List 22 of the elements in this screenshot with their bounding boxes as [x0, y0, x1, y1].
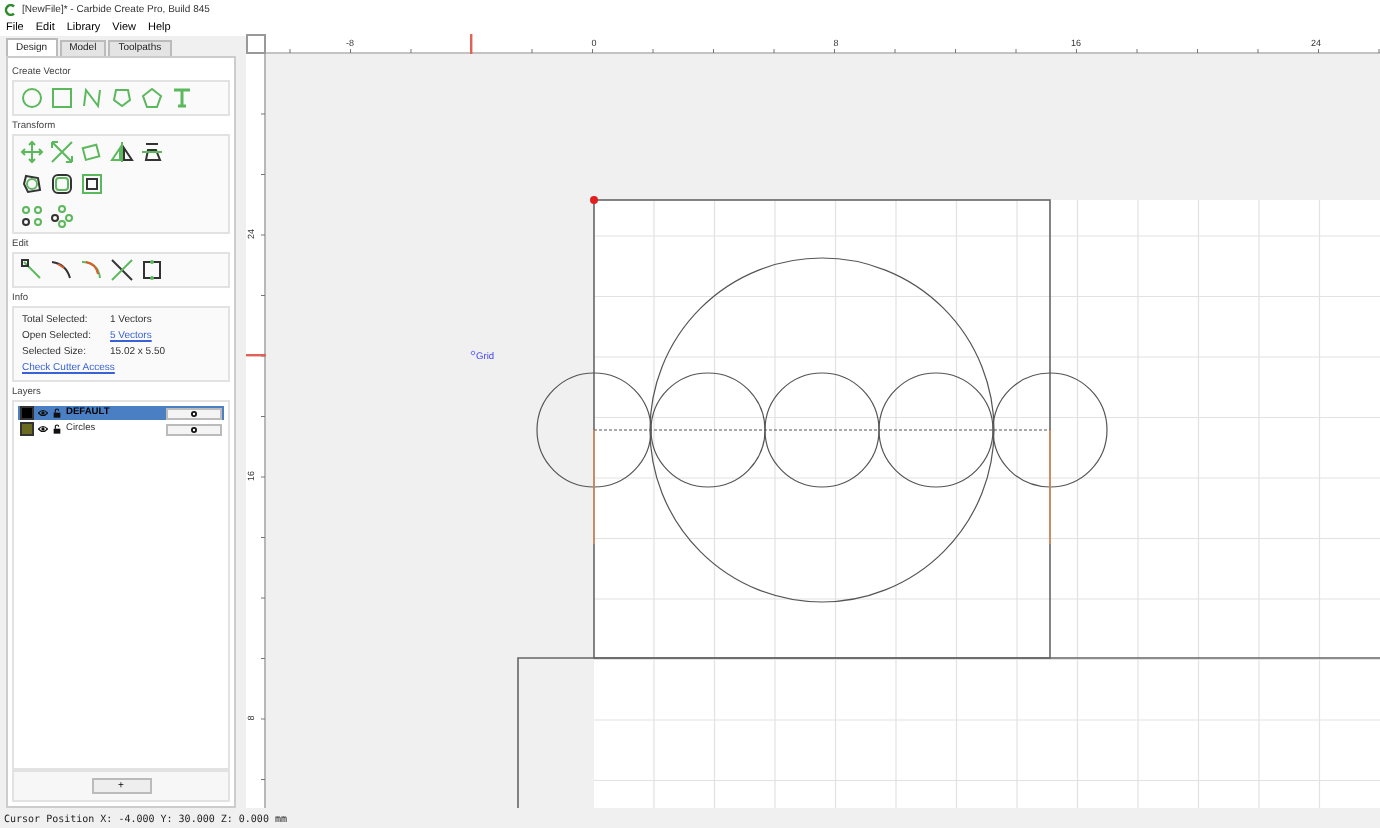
circular-array-icon[interactable]	[50, 204, 74, 228]
layer-settings-button[interactable]	[166, 407, 222, 419]
trim-icon[interactable]	[110, 258, 134, 282]
mirror-icon[interactable]	[110, 140, 134, 164]
origin-marker-icon[interactable]	[590, 196, 598, 204]
grid-point-icon	[470, 350, 476, 356]
grid-array-icon[interactable]	[20, 204, 44, 228]
fillet-icon[interactable]	[80, 258, 104, 282]
toolpath-line	[593, 429, 595, 545]
node-edit-icon[interactable]	[20, 258, 44, 282]
app-logo-icon	[4, 4, 16, 16]
toolpath-line	[1049, 429, 1051, 545]
circles-drawing[interactable]	[536, 257, 1108, 603]
align-icon[interactable]	[140, 140, 164, 164]
eye-icon[interactable]	[38, 424, 48, 434]
bounding-box-icon[interactable]	[140, 258, 164, 282]
rounded-square-icon[interactable]	[50, 172, 74, 196]
layer-settings-button[interactable]	[166, 423, 222, 435]
join-icon[interactable]	[50, 258, 74, 282]
lock-icon[interactable]	[52, 424, 62, 434]
offset-icon[interactable]	[20, 172, 44, 196]
boolean-icon[interactable]	[80, 172, 104, 196]
